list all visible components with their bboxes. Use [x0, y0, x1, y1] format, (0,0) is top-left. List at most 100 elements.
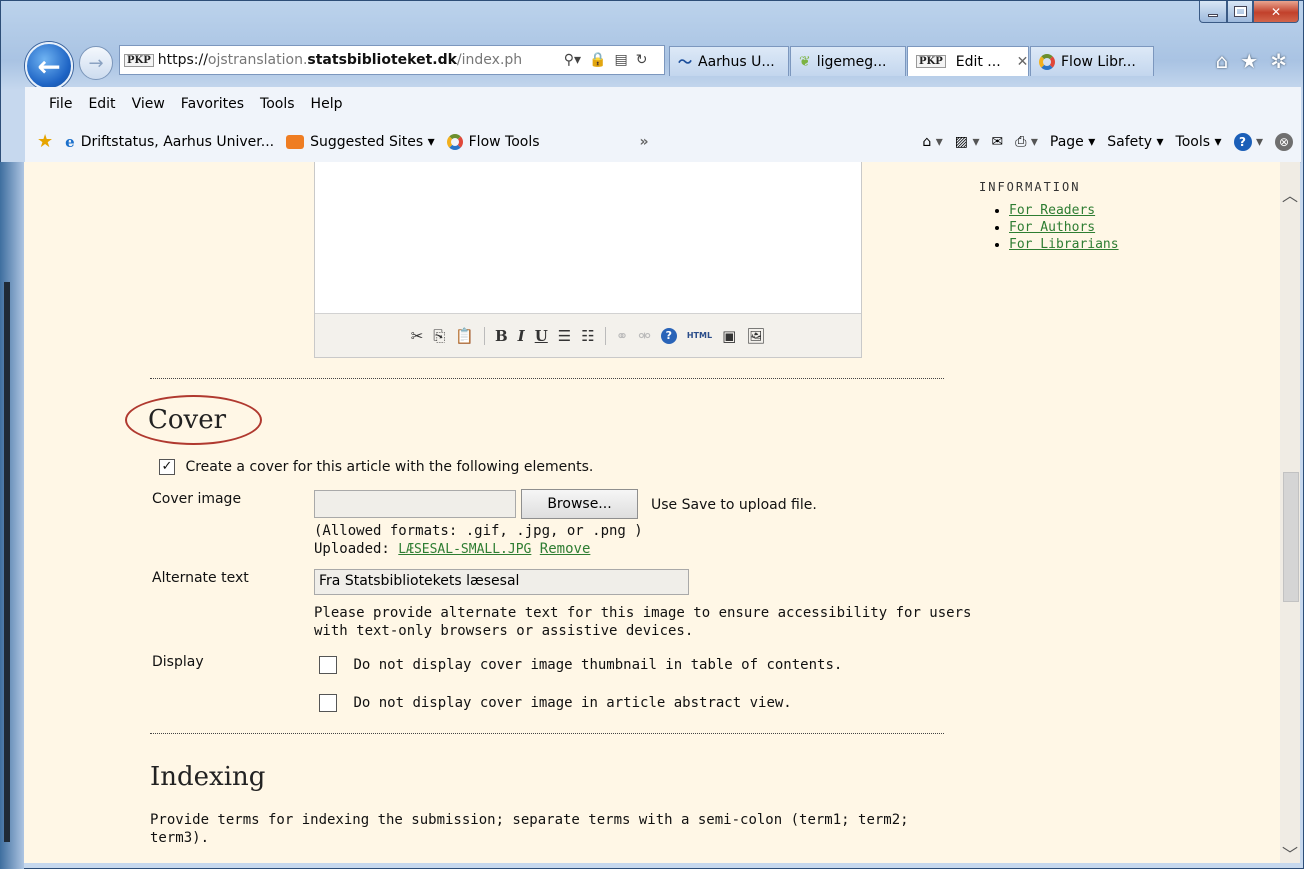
scrollbar-thumb[interactable] [1283, 472, 1299, 602]
menu-file[interactable]: File [43, 96, 78, 112]
numbered-list-icon[interactable]: ☷ [581, 327, 594, 345]
home-button[interactable]: ⌂ ▾ [922, 134, 942, 150]
hide-abstract-checkbox[interactable] [319, 694, 337, 712]
add-to-favorites-button[interactable]: ★ [37, 131, 53, 152]
favorites-add-icon: ★ [37, 131, 54, 152]
bold-icon[interactable]: B [495, 327, 508, 345]
research-icon[interactable]: ⊗ [1275, 132, 1293, 151]
refresh-icon[interactable]: ↻ [636, 52, 648, 68]
editor-toolbar: ✂ ⎘ 📋 B I U ☰ ☷ ⚭ ⚮ ? HTML ▣ 🖼 [315, 313, 861, 357]
address-bar[interactable]: PKP https://ojstranslation.statsbibliote… [119, 45, 665, 75]
bullet-list-icon[interactable]: ☰ [558, 327, 571, 345]
tab-aarhus[interactable]: 〜 Aarhus U... [669, 46, 789, 76]
menu-tools[interactable]: Tools [254, 96, 301, 112]
feeds-button[interactable]: ▨ ▾ [955, 134, 980, 150]
upload-hint: Use Save to upload file. [651, 497, 817, 513]
close-tab-icon[interactable]: ✕ [1017, 54, 1028, 70]
favorite-driftstatus[interactable]: e Driftstatus, Aarhus Univer... [65, 133, 274, 151]
more-favorites-chevron-icon[interactable]: » [640, 134, 649, 150]
tools-menu[interactable]: Tools ▾ [1176, 134, 1222, 150]
uploaded-label: Uploaded: [314, 541, 390, 557]
for-readers-link[interactable]: For Readers [1009, 203, 1095, 218]
cover-image-file-field[interactable] [314, 490, 516, 518]
indexing-help-line-2: term3). [150, 830, 210, 846]
underline-icon[interactable]: U [535, 327, 548, 345]
copy-icon[interactable]: ⎘ [433, 327, 445, 345]
close-window-button[interactable]: ✕ [1253, 1, 1299, 23]
cover-image-label: Cover image [152, 491, 242, 507]
scroll-down-chevron-icon[interactable]: ﹀ [1280, 841, 1300, 864]
compatibility-icon[interactable]: ▤ [614, 52, 627, 68]
scroll-up-chevron-icon[interactable]: ︿ [1280, 182, 1300, 205]
close-icon: ✕ [1270, 4, 1282, 19]
search-icon[interactable]: ⚲▾ [564, 52, 581, 68]
insert-image-icon[interactable]: 🖼 [746, 327, 765, 345]
sidebar-heading: INFORMATION [979, 180, 1081, 194]
maximize-button[interactable] [1227, 1, 1253, 23]
create-cover-checkbox[interactable]: ✓ [159, 459, 175, 475]
tab-flow-library[interactable]: Flow Libr... [1030, 46, 1154, 76]
url-domain: statsbiblioteket.dk [307, 52, 457, 68]
sidebar-links: For Readers For Authors For Librarians [1009, 202, 1119, 253]
gear-icon[interactable]: ✲ [1270, 49, 1287, 73]
tab-ligemeg[interactable]: ❦ ligemeg... [790, 46, 906, 76]
page-viewport: ✂ ⎘ 📋 B I U ☰ ☷ ⚭ ⚮ ? HTML ▣ 🖼 INFORMATI… [24, 162, 1280, 863]
favorite-suggested-sites[interactable]: Suggested Sites ▾ [286, 134, 435, 150]
print-button[interactable]: ⎙ ▾ [1015, 134, 1038, 150]
forward-button[interactable]: → [79, 46, 113, 80]
page-menu[interactable]: Page ▾ [1050, 134, 1095, 150]
display-option-thumbnail: Do not display cover image thumbnail in … [319, 656, 842, 674]
tab-label: Aarhus U... [698, 53, 775, 70]
remove-link[interactable]: Remove [540, 541, 591, 557]
aarhus-icon: 〜 [678, 54, 692, 71]
favorite-label: Flow Tools [468, 133, 540, 150]
link-icon[interactable]: ⚭ [616, 327, 629, 345]
menu-bar: File Edit View Favorites Tools Help [25, 87, 1301, 121]
for-authors-link[interactable]: For Authors [1009, 220, 1095, 235]
maximize-icon [1233, 6, 1247, 17]
toolbar-separator [483, 326, 485, 345]
menu-favorites[interactable]: Favorites [175, 96, 250, 112]
unlink-icon[interactable]: ⚮ [638, 327, 651, 345]
cut-icon[interactable]: ✂ [411, 327, 424, 345]
url-text[interactable]: https://ojstranslation.statsbiblioteket.… [158, 52, 558, 68]
html-source-icon[interactable]: HTML [687, 331, 712, 340]
browse-button[interactable]: Browse... [521, 489, 638, 519]
tab-edit[interactable]: PKP Edit ... ✕ [907, 46, 1029, 76]
browser-right-icons: ⌂ ★ ✲ [1216, 49, 1287, 73]
command-bar: ⌂ ▾ ▨ ▾ ✉ ⎙ ▾ Page ▾ Safety ▾ Tools ▾ ? … [922, 132, 1293, 151]
paste-icon[interactable]: 📋 [455, 327, 474, 345]
tab-label: ligemeg... [816, 53, 887, 70]
help-icon[interactable]: ? [660, 327, 677, 344]
navigation-row: ← → PKP https://ojstranslation.statsbibl… [1, 33, 1303, 90]
lock-icon[interactable]: 🔒 [589, 52, 606, 68]
vertical-scrollbar[interactable]: ︿ ﹀ [1280, 162, 1300, 864]
hide-thumbnail-checkbox[interactable] [319, 656, 337, 674]
italic-icon[interactable]: I [518, 327, 525, 345]
fullscreen-icon[interactable]: ▣ [722, 327, 736, 345]
sidebar-item-librarians: For Librarians [1009, 236, 1119, 253]
address-icons: ⚲▾ 🔒 ▤ ↻ [564, 52, 648, 68]
for-librarians-link[interactable]: For Librarians [1009, 237, 1119, 252]
alt-help-line-1: Please provide alternate text for this i… [314, 605, 972, 621]
indexing-help-line-1: Provide terms for indexing the submissio… [150, 812, 909, 828]
favorite-flow-tools[interactable]: Flow Tools [446, 133, 540, 150]
menu-help[interactable]: Help [305, 96, 349, 112]
rich-text-editor[interactable]: ✂ ⎘ 📋 B I U ☰ ☷ ⚭ ⚮ ? HTML ▣ 🖼 [314, 162, 862, 358]
menu-edit[interactable]: Edit [82, 96, 121, 112]
back-button[interactable]: ← [25, 42, 73, 90]
left-window-edge [0, 162, 24, 869]
alt-help-line-2: with text-only browsers or assistive dev… [314, 623, 694, 639]
tab-label: Edit ... [955, 53, 1001, 70]
home-icon[interactable]: ⌂ [1216, 49, 1229, 73]
help-menu[interactable]: ? ▾ [1233, 132, 1263, 151]
create-cover-row: ✓ Create a cover for this article with t… [159, 459, 593, 475]
url-path: /index.ph [456, 52, 523, 68]
favorites-star-icon[interactable]: ★ [1240, 49, 1258, 73]
uploaded-file-link[interactable]: LÆSESAL-SMALL.JPG [398, 542, 531, 557]
menu-view[interactable]: View [126, 96, 171, 112]
alternate-text-field[interactable]: Fra Statsbibliotekets læsesal [314, 569, 689, 595]
minimize-button[interactable] [1199, 1, 1227, 23]
safety-menu[interactable]: Safety ▾ [1107, 134, 1163, 150]
mail-button[interactable]: ✉ [991, 134, 1003, 150]
